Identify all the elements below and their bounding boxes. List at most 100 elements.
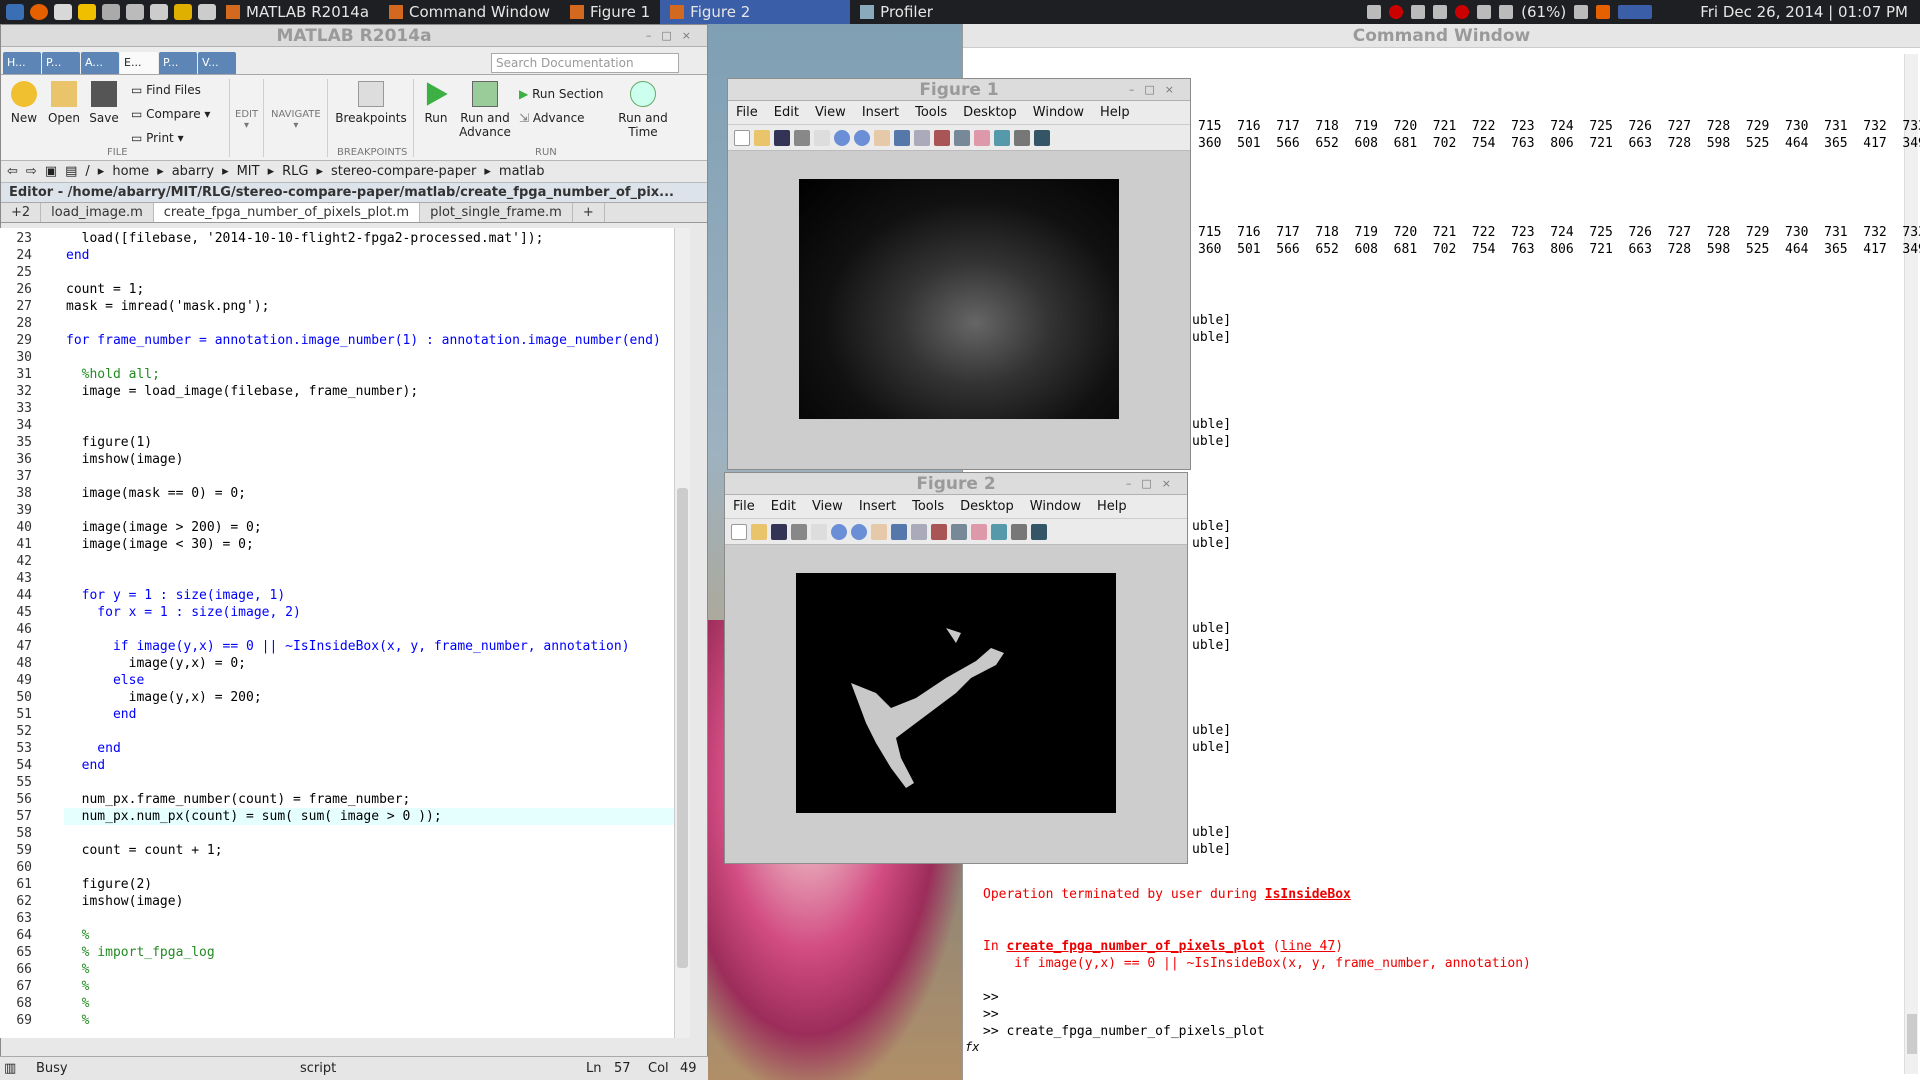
rotate-icon[interactable] (894, 129, 910, 146)
advance-button[interactable]: ⇲ Advance (519, 111, 585, 125)
line-number[interactable]: 29 (0, 332, 36, 349)
line-number[interactable]: 66 (0, 961, 36, 978)
tab-home[interactable]: H... (3, 52, 41, 74)
firefox-icon[interactable] (30, 4, 48, 20)
line-number[interactable]: 49 (0, 672, 36, 689)
code-line[interactable]: for frame_number = annotation.image_numb… (66, 332, 661, 349)
line-number[interactable]: 35 (0, 434, 36, 451)
window-controls[interactable]: –□× (1126, 473, 1181, 495)
print-button[interactable]: ▭ Print ▾ (131, 131, 184, 145)
line-number[interactable]: 24 (0, 247, 36, 264)
line-number[interactable]: 32 (0, 383, 36, 400)
code-line[interactable]: for x = 1 : size(image, 2) (66, 604, 301, 621)
line-number[interactable]: 57 (0, 808, 36, 825)
code-line[interactable]: % (66, 1012, 90, 1029)
line-number[interactable]: 69 (0, 1012, 36, 1029)
code-line[interactable]: end (66, 757, 106, 774)
open-icon[interactable] (751, 523, 767, 540)
menu-help[interactable]: Help (1089, 499, 1135, 514)
line-number[interactable]: 58 (0, 825, 36, 842)
pan-icon[interactable] (874, 129, 890, 146)
compare-button[interactable]: ▭ Compare ▾ (131, 107, 210, 121)
code-line[interactable]: image(image < 30) = 0; (66, 536, 254, 553)
code-line[interactable]: image = load_image(filebase, frame_numbe… (66, 383, 419, 400)
code-line[interactable]: image(y,x) = 0; (66, 655, 246, 672)
code-line[interactable]: else (66, 672, 144, 689)
path-matlab[interactable]: matlab (499, 164, 545, 179)
path-rlg[interactable]: RLG (282, 164, 308, 179)
navigate-menu-button[interactable]: NAVIGATE ▾ (271, 109, 321, 131)
network-icon[interactable] (1367, 5, 1382, 19)
window-controls[interactable]: –□× (1129, 79, 1184, 101)
line-number[interactable]: 25 (0, 264, 36, 281)
pointer-icon[interactable] (811, 523, 827, 540)
task-profiler[interactable]: Profiler (850, 0, 943, 24)
bluetooth-icon[interactable] (1411, 5, 1426, 19)
line-number[interactable]: 60 (0, 859, 36, 876)
task-matlab[interactable]: MATLAB R2014a (216, 0, 379, 24)
error-file-link[interactable]: create_fpga_number_of_pixels_plot (1006, 939, 1264, 954)
line-number[interactable]: 23 (0, 230, 36, 247)
command-input[interactable]: >> create_fpga_number_of_pixels_plot (983, 1023, 1265, 1040)
code-line[interactable]: figure(1) (66, 434, 152, 451)
terminal-icon[interactable] (126, 4, 144, 20)
hide-plot-tools-icon[interactable] (1014, 129, 1030, 146)
editor-tab-overflow[interactable]: +2 (1, 203, 42, 222)
line-number[interactable]: 52 (0, 723, 36, 740)
code-line[interactable]: num_px.num_px(count) = sum( sum( image >… (66, 808, 442, 825)
monitor-icon[interactable] (102, 4, 120, 20)
code-line[interactable]: for y = 1 : size(image, 1) (66, 587, 286, 604)
menu-insert[interactable]: Insert (851, 499, 904, 514)
path-stereo[interactable]: stereo-compare-paper (331, 164, 476, 179)
workspace-switcher-icon[interactable] (1618, 5, 1653, 19)
pointer-icon[interactable] (814, 129, 830, 146)
tab-plots[interactable]: P... (42, 52, 80, 74)
breakpoints-button[interactable]: Breakpoints (335, 81, 407, 125)
editor-tab-load-image[interactable]: load_image.m (41, 203, 154, 222)
line-number[interactable]: 26 (0, 281, 36, 298)
firefox-tray-icon[interactable] (1596, 5, 1611, 19)
figure2-titlebar[interactable]: Figure 2 –□× (725, 473, 1187, 495)
task-figure2[interactable]: Figure 2 (660, 0, 851, 24)
code-line[interactable]: count = 1; (66, 281, 144, 298)
edit-menu-button[interactable]: EDIT ▾ (235, 109, 258, 131)
code-line[interactable]: imshow(image) (66, 451, 184, 468)
save-button[interactable]: Save (87, 81, 121, 125)
back-icon[interactable]: ⇦ (7, 164, 18, 179)
line-number[interactable]: 39 (0, 502, 36, 519)
line-number[interactable]: 55 (0, 774, 36, 791)
line-number[interactable]: 44 (0, 587, 36, 604)
line-number[interactable]: 67 (0, 978, 36, 995)
line-number[interactable]: 68 (0, 995, 36, 1012)
tab-editor[interactable]: E... (120, 52, 158, 74)
run-section-button[interactable]: ▶ Run Section (519, 87, 603, 101)
link-icon[interactable] (951, 523, 967, 540)
menu-insert[interactable]: Insert (854, 105, 907, 120)
scrollbar-thumb[interactable] (677, 488, 688, 968)
line-number[interactable]: 41 (0, 536, 36, 553)
matlab-titlebar[interactable]: MATLAB R2014a –□× (1, 25, 707, 47)
line-number[interactable]: 46 (0, 621, 36, 638)
forward-icon[interactable]: ⇨ (26, 164, 37, 179)
line-number[interactable]: 36 (0, 451, 36, 468)
brush-icon[interactable] (934, 129, 950, 146)
function-browser-icon[interactable]: fx (965, 1039, 979, 1056)
line-number[interactable]: 45 (0, 604, 36, 621)
code-line[interactable]: % (66, 995, 90, 1012)
search-documentation-input[interactable]: Search Documentation (491, 53, 679, 73)
code-line[interactable]: end (66, 247, 89, 264)
tab-publish[interactable]: P... (159, 52, 197, 74)
new-figure-icon[interactable] (731, 523, 747, 540)
save-icon[interactable] (771, 523, 787, 540)
run-and-time-button[interactable]: Run and Time (615, 81, 671, 139)
path-abarry[interactable]: abarry (172, 164, 214, 179)
menu-tools[interactable]: Tools (904, 499, 952, 514)
code-line[interactable]: % (66, 927, 90, 944)
line-number[interactable]: 42 (0, 553, 36, 570)
line-number[interactable]: 48 (0, 655, 36, 672)
menu-file[interactable]: File (725, 499, 763, 514)
open-icon[interactable] (754, 129, 770, 146)
browse-folder-icon[interactable]: ▤ (65, 164, 77, 179)
zoom-in-icon[interactable] (834, 129, 850, 146)
menu-file[interactable]: File (728, 105, 766, 120)
